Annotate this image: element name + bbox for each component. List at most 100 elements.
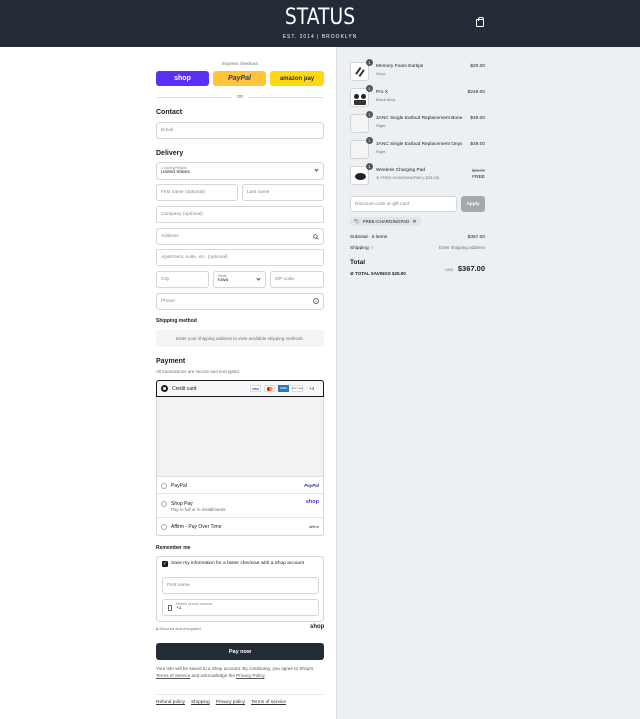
privacy-link[interactable]: Privacy Policy — [236, 673, 264, 678]
mobile-value: +1 — [176, 606, 182, 611]
visa-icon: VISA — [250, 385, 261, 392]
shop-pay-option[interactable]: Shop Pay Pay in full or in installments … — [157, 494, 323, 518]
more-cards-badge: +4 — [309, 386, 315, 391]
savings-icon: ⊘ — [350, 271, 354, 276]
discover-icon: DISCOVER — [292, 385, 303, 392]
total-value: $367.00 — [457, 264, 485, 273]
order-summary: 1 Memory Foam Eartips Onyx $20.00 1 Pro … — [336, 47, 640, 719]
mobile-icon — [168, 605, 172, 611]
shipping-method-title: Shipping method — [156, 318, 197, 324]
apply-button[interactable]: Apply — [461, 196, 485, 212]
amex-icon: AMEX — [278, 385, 289, 392]
help-icon[interactable]: ? — [313, 298, 319, 304]
item-name: 3ANC Single Earbud Replacement Onyx — [376, 142, 463, 147]
zip-field[interactable]: ZIP code — [270, 271, 324, 288]
secure-label: 🔒︎ Secured and encrypted — [156, 626, 201, 631]
remember-first-name-field[interactable]: First name — [162, 577, 319, 594]
checkbox-checked-icon[interactable]: ✓ — [162, 561, 168, 567]
terms-link[interactable]: Terms of Service — [156, 673, 190, 678]
item-variant: Onyx — [376, 71, 386, 76]
shop-pay-logo: shop — [305, 499, 319, 505]
credit-card-option[interactable]: Credit card VISA AMEX DISCOVER +4 — [156, 380, 324, 397]
item-name: 3ANC Single Earbud Replacement Bone — [376, 116, 463, 121]
radio-paypal[interactable] — [161, 483, 167, 489]
footer-links: Refund policy Shipping Privacy policy Te… — [156, 700, 286, 705]
consent-text: Your info will be saved to a Shop accoun… — [156, 665, 324, 679]
pay-now-button[interactable]: Pay now — [156, 643, 324, 660]
discount-code-text: FREE-CHARGINGPAD — [362, 219, 410, 224]
mastercard-icon — [264, 385, 275, 392]
payment-subtitle: All transactions are secure and encrypte… — [156, 369, 241, 374]
shop-logo: shop — [310, 624, 325, 630]
or-divider: OR — [236, 94, 244, 99]
shop-pay-button[interactable]: shop — [156, 71, 209, 86]
first-name-field[interactable]: First name (optional) — [156, 184, 238, 201]
discount-code-field[interactable]: Discount code or gift card — [350, 196, 457, 212]
subtotal-value: $367.00 — [467, 235, 485, 240]
radio-affirm[interactable] — [161, 524, 167, 530]
amazon-pay-button[interactable]: amazon pay — [270, 71, 324, 86]
remember-me-box: ✓ Save my information for a faster check… — [156, 556, 324, 622]
apartment-field[interactable]: Apartment, suite, etc. (optional) — [156, 249, 324, 266]
savings-label: TOTAL SAVINGS — [355, 271, 391, 276]
credit-card-label: Credit card — [172, 386, 197, 392]
item-name: Wireless Charging Pad — [376, 168, 426, 173]
address-field[interactable]: Address — [156, 228, 324, 245]
quantity-badge: 1 — [366, 85, 373, 92]
country-select[interactable]: Country/Region United States — [156, 162, 324, 180]
refund-policy-link[interactable]: Refund policy — [156, 700, 185, 705]
item-name: Memory Foam Eartips — [376, 64, 424, 69]
radio-selected[interactable] — [161, 385, 168, 392]
remove-discount-icon[interactable]: ✕ — [412, 219, 416, 225]
item-variant: Right — [376, 123, 386, 128]
address-placeholder: Address — [161, 234, 179, 239]
consent-text-3: . — [264, 673, 266, 678]
delivery-title: Delivery — [156, 150, 184, 157]
phone-field[interactable]: Phone ? — [156, 293, 324, 310]
shipping-link[interactable]: Shipping — [191, 700, 210, 705]
header: STATUS EST. 2014 | BROOKLYN — [0, 0, 640, 47]
email-field[interactable]: Email — [156, 122, 324, 139]
shop-pay-sub: Pay in full or in installments — [171, 507, 226, 512]
store-tagline: EST. 2014 | BROOKLYN — [282, 34, 358, 40]
cart-item: 1 3ANC Single Earbud Replacement Onyx Ri… — [350, 137, 485, 162]
cart-item: 1 Pro X Black Alloy $249.00 — [350, 85, 485, 110]
discount-tag: 🏷︎ FREE-CHARGINGPAD ✕ — [350, 217, 421, 226]
affirm-option[interactable]: Affirm - Pay Over Time affirm — [157, 518, 323, 535]
quantity-badge: 1 — [366, 111, 373, 118]
secure-text: Secured and encrypted — [159, 626, 201, 631]
item-price: $249.00 — [467, 90, 485, 95]
item-discount: ⊘ FREE-CHARGINGPAD (-$25.00) — [376, 175, 440, 180]
item-discount-text: FREE-CHARGINGPAD (-$25.00) — [380, 175, 440, 180]
paypal-option[interactable]: PayPal PayPal — [157, 478, 323, 494]
terms-of-service-link[interactable]: Terms of service — [251, 700, 286, 705]
paypal-label: PayPal — [171, 483, 187, 489]
item-old-price: $25.00 — [471, 168, 485, 173]
last-name-field[interactable]: Last name — [242, 184, 324, 201]
item-name: Pro X — [376, 90, 388, 95]
phone-placeholder: Phone — [161, 299, 175, 304]
privacy-policy-link[interactable]: Privacy policy — [216, 700, 245, 705]
store-logo[interactable]: STATUS — [48, 5, 592, 30]
tag-icon: 🏷︎ — [354, 218, 360, 224]
currency-label: USD — [444, 267, 454, 272]
credit-card-form-area — [157, 397, 323, 477]
quantity-badge: 1 — [366, 59, 373, 66]
paypal-button[interactable]: PayPal — [213, 71, 266, 86]
shipping-method-message: Enter your shipping address to view avai… — [156, 330, 324, 347]
savings-value: $25.00 — [391, 271, 406, 276]
city-field[interactable]: City — [156, 271, 209, 288]
divider-right — [248, 97, 324, 98]
quantity-badge: 1 — [366, 137, 373, 144]
consent-text-1: Your info will be saved to a Shop accoun… — [156, 666, 314, 671]
item-price: $49.00 — [470, 142, 485, 147]
state-select[interactable]: State Iowa — [213, 271, 266, 288]
express-checkout-title: Express checkout — [222, 61, 258, 66]
mobile-phone-field[interactable]: Mobile phone number +1 — [162, 599, 319, 616]
cart-bag-icon[interactable] — [476, 17, 484, 27]
item-variant: Black Alloy — [376, 97, 396, 102]
cart-item: 1 3ANC Single Earbud Replacement Bone Ri… — [350, 111, 485, 136]
radio-shop-pay[interactable] — [161, 501, 167, 507]
company-field[interactable]: Company (optional) — [156, 206, 324, 223]
country-value: United States — [161, 170, 190, 175]
